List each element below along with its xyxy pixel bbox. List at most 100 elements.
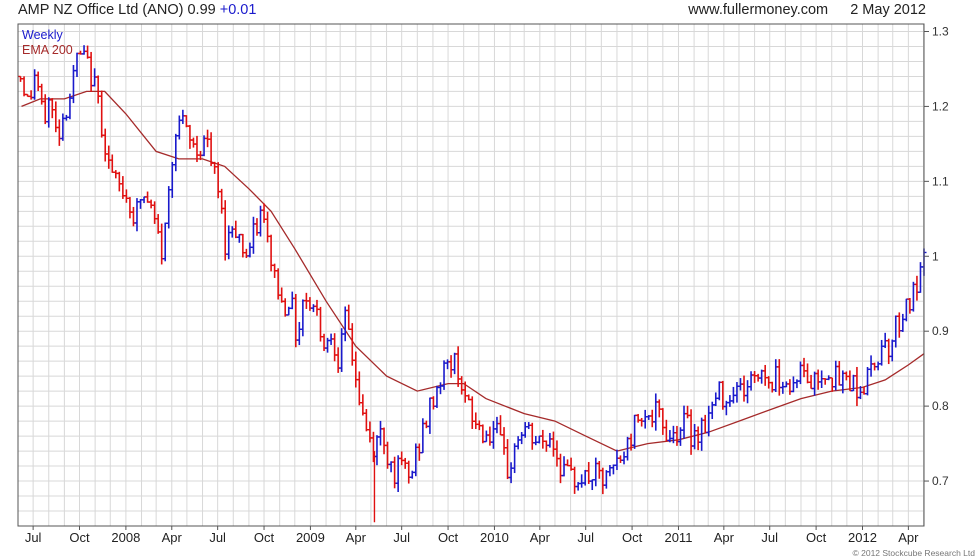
ohlc-bar xyxy=(868,355,874,377)
ohlc-bar xyxy=(173,133,179,172)
ohlc-bar xyxy=(836,361,842,386)
ohlc-bar xyxy=(289,291,295,310)
ohlc-bar xyxy=(406,460,412,484)
ohlc-bar xyxy=(519,431,525,445)
ohlc-bar xyxy=(360,394,366,416)
ohlc-bar xyxy=(547,432,553,448)
ohlc-bar xyxy=(427,397,433,434)
legend-ema-200: EMA 200 xyxy=(22,43,73,57)
x-tick-label: Jul xyxy=(577,530,594,545)
ohlc-bar xyxy=(102,128,108,162)
ohlc-bar xyxy=(342,306,348,342)
y-tick-label: 0.8 xyxy=(932,399,949,413)
ohlc-bar xyxy=(505,439,511,480)
ohlc-bar xyxy=(543,440,549,452)
copyright: © 2012 Stockcube Research Ltd xyxy=(852,548,975,558)
x-axis: Jul Oct 2008 Apr Jul Oct 2009 Apr Jul Oct 2010 Apr J… xyxy=(25,526,919,545)
ohlc-bar xyxy=(780,381,786,394)
ohlc-bar xyxy=(790,376,796,393)
ohlc-bar xyxy=(56,119,62,146)
ohlc-bar xyxy=(148,199,154,209)
ohlc-bar xyxy=(607,465,613,477)
ohlc-bar xyxy=(497,415,503,436)
ohlc-bar xyxy=(533,435,539,446)
ohlc-bar xyxy=(381,427,387,455)
ohlc-bar xyxy=(480,424,486,444)
ohlc-bar xyxy=(688,409,694,455)
ohlc-bar xyxy=(603,470,609,489)
ohlc-bar xyxy=(762,364,768,386)
ohlc-bar xyxy=(829,377,835,392)
ohlc-bar xyxy=(127,197,133,219)
ohlc-bar xyxy=(632,414,638,449)
y-tick-label: 1 xyxy=(932,249,939,263)
x-tick-label: Apr xyxy=(530,530,551,545)
ohlc-bar xyxy=(787,379,793,395)
ohlc-bar xyxy=(582,469,588,486)
ohlc-bar xyxy=(642,409,648,429)
ohlc-bar xyxy=(469,396,475,429)
ohlc-bar xyxy=(378,420,384,446)
ohlc-bar xyxy=(685,405,691,419)
ohlc-bar xyxy=(49,98,55,119)
ohlc-bar xyxy=(95,75,101,104)
ohlc-bar xyxy=(35,71,41,91)
ohlc-bar xyxy=(522,422,528,438)
ohlc-bar xyxy=(430,396,436,410)
ohlc-bar xyxy=(437,382,443,395)
ohlc-bar xyxy=(448,355,454,378)
ohlc-bar xyxy=(557,453,563,484)
ohlc-bar xyxy=(713,392,719,407)
ohlc-bar xyxy=(99,90,105,138)
ohlc-bar xyxy=(808,374,814,390)
y-tick-label: 0.9 xyxy=(932,324,949,338)
ohlc-bar xyxy=(441,360,447,390)
x-tick-label: Jul xyxy=(761,530,778,545)
ohlc-bar xyxy=(332,333,338,362)
ohlc-bar xyxy=(748,371,754,391)
ohlc-bar xyxy=(434,385,440,408)
ohlc-bar xyxy=(752,371,758,383)
x-tick-label: 2010 xyxy=(480,530,509,545)
ohlc-bar xyxy=(649,409,655,428)
ohlc-bar xyxy=(74,52,80,78)
ohlc-bar xyxy=(46,97,52,128)
x-tick-label: Jul xyxy=(25,530,42,545)
x-tick-label: Apr xyxy=(898,530,919,545)
price-chart: 0.7 0.8 0.9 1 1.1 1.2 1.3 Jul Oct 2008 Apr Jul Oct 2… xyxy=(17,23,975,558)
ohlc-bar xyxy=(572,466,578,494)
ohlc-bar xyxy=(166,186,172,229)
ohlc-bar xyxy=(593,457,599,487)
ohlc-bar xyxy=(490,420,496,449)
ohlc-bar xyxy=(169,161,175,198)
ohlc-bar xyxy=(656,399,662,418)
ohlc-bar xyxy=(346,304,352,330)
ohlc-bar xyxy=(889,339,895,362)
x-tick-label: Oct xyxy=(438,530,459,545)
ohlc-bar xyxy=(653,393,659,431)
ohlc-bar xyxy=(512,443,518,474)
ohlc-bar xyxy=(681,405,687,439)
x-tick-label: 2008 xyxy=(111,530,140,545)
ohlc-bar xyxy=(162,222,168,262)
ohlc-bar xyxy=(875,361,881,371)
legend-weekly: Weekly xyxy=(22,28,64,42)
ohlc-bar xyxy=(540,429,546,449)
ohlc-bar xyxy=(663,419,669,442)
ohlc-bar xyxy=(367,421,373,443)
x-tick-label: Oct xyxy=(622,530,643,545)
ohlc-bar xyxy=(293,293,299,348)
ohlc-bar xyxy=(452,352,458,375)
ohlc-bar xyxy=(205,129,211,148)
ohlc-bar xyxy=(741,375,747,402)
x-tick-label: Oct xyxy=(806,530,827,545)
ohlc-bar xyxy=(773,359,779,392)
y-tick-label: 0.7 xyxy=(932,474,949,488)
ohlc-bar xyxy=(353,351,359,388)
ohlc-bar xyxy=(215,162,221,199)
ohlc-bar xyxy=(190,137,196,148)
ohlc-bar xyxy=(395,455,401,492)
ohlc-bar xyxy=(247,242,253,258)
grid xyxy=(18,24,924,527)
ohlc-bar xyxy=(515,436,521,450)
